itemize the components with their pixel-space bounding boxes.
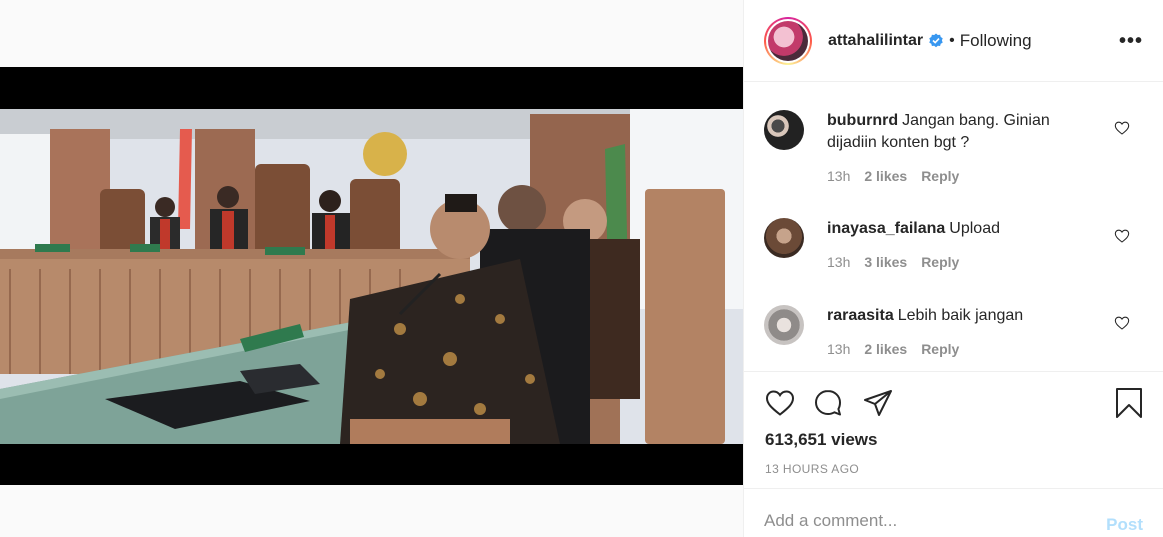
comment-username[interactable]: inayasa_failana [827, 220, 945, 237]
comment-input[interactable] [764, 511, 1064, 531]
reply-button[interactable]: Reply [921, 341, 959, 357]
post-side-panel: attahalilintar • Following ••• buburnrd J… [743, 0, 1163, 537]
comment-username[interactable]: buburnrd [827, 112, 898, 129]
commenter-avatar[interactable] [764, 305, 804, 345]
comment-text: Lebih baik jangan [897, 307, 1024, 324]
comment-item: raraasita Lebih baik jangan 13h 2 likes Rep… [744, 305, 1163, 357]
post-header: attahalilintar • Following ••• [744, 0, 1163, 82]
comment-username[interactable]: raraasita [827, 307, 894, 324]
comment-like-icon[interactable] [1114, 120, 1130, 136]
comment-like-icon[interactable] [1114, 315, 1130, 331]
comment-time: 13h [827, 341, 851, 357]
comment-meta: 13h 3 likes Reply [827, 254, 1103, 270]
view-count[interactable]: 613,651 views [765, 430, 877, 450]
more-options-icon[interactable]: ••• [1119, 30, 1143, 53]
post-actions: 613,651 views 13 HOURS AGO [744, 371, 1163, 488]
comment-likes[interactable]: 2 likes [864, 168, 907, 184]
video-player[interactable] [0, 67, 743, 485]
author-username[interactable]: attahalilintar [828, 32, 923, 50]
media-column [0, 0, 743, 537]
comment-likes[interactable]: 2 likes [864, 341, 907, 357]
reply-button[interactable]: Reply [921, 168, 959, 184]
follow-status-button[interactable]: Following [960, 31, 1032, 51]
comment-like-icon[interactable] [1114, 228, 1130, 244]
comment-item: buburnrd Jangan bang. Ginian dijadiin kon… [744, 110, 1163, 184]
post-button[interactable]: Post [1106, 515, 1143, 535]
comment-text: Upload [949, 220, 1000, 237]
comment-item: inayasa_failana Upload 13h 3 likes Reply [744, 218, 1163, 270]
commenter-avatar[interactable] [764, 110, 804, 150]
comment-likes[interactable]: 3 likes [864, 254, 907, 270]
separator-dot: • [949, 31, 955, 49]
heart-icon[interactable] [764, 387, 796, 419]
comment-icon[interactable] [812, 387, 844, 419]
verified-icon [929, 33, 943, 47]
comment-time: 13h [827, 254, 851, 270]
share-icon[interactable] [862, 387, 894, 419]
action-icons-row [764, 387, 1145, 419]
reply-button[interactable]: Reply [921, 254, 959, 270]
comment-meta: 13h 2 likes Reply [827, 168, 1103, 184]
commenter-avatar[interactable] [764, 218, 804, 258]
comment-time: 13h [827, 168, 851, 184]
comments-list: buburnrd Jangan bang. Ginian dijadiin kon… [744, 83, 1163, 371]
author-avatar[interactable] [764, 16, 812, 65]
comment-meta: 13h 2 likes Reply [827, 341, 1103, 357]
bookmark-icon[interactable] [1113, 387, 1145, 419]
video-frame [0, 109, 743, 444]
post-timestamp: 13 HOURS AGO [765, 462, 860, 476]
add-comment-bar: Post [744, 488, 1163, 537]
